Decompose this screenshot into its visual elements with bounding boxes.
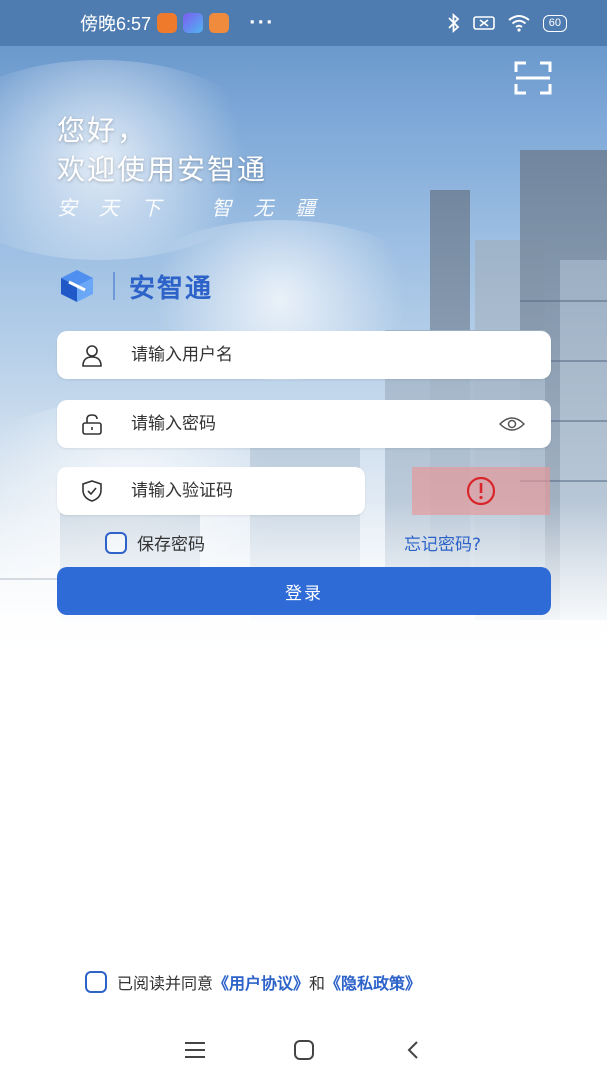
home-icon[interactable] bbox=[284, 1030, 324, 1070]
shield-icon bbox=[75, 474, 109, 508]
status-time: 傍晚6:57 bbox=[80, 14, 152, 34]
brand-logo: 安智通 bbox=[57, 266, 213, 306]
menu-icon[interactable] bbox=[175, 1030, 215, 1070]
save-password-label: 保存密码 bbox=[137, 535, 205, 555]
bluetooth-icon bbox=[448, 13, 460, 33]
wifi-icon bbox=[508, 15, 530, 32]
no-sim-icon bbox=[472, 16, 495, 30]
battery-indicator: 60 bbox=[542, 14, 567, 32]
agreement-conjunction: 和 bbox=[309, 974, 326, 993]
back-icon[interactable] bbox=[393, 1030, 433, 1070]
status-bar: 傍晚6:57 ··· 60 bbox=[0, 0, 607, 46]
save-password-row[interactable]: 保存密码 bbox=[105, 530, 205, 555]
agreement-row: 已阅读并同意 《用户协议》 和 《隐私政策》 bbox=[85, 970, 421, 994]
username-input[interactable] bbox=[131, 331, 551, 379]
captcha-field[interactable] bbox=[57, 467, 365, 515]
password-field[interactable] bbox=[57, 400, 551, 448]
scan-icon[interactable] bbox=[514, 60, 552, 96]
captcha-input[interactable] bbox=[131, 467, 365, 515]
privacy-policy-link[interactable]: 《隐私政策》 bbox=[325, 970, 421, 994]
greeting: 您好， 欢迎使用安智通 bbox=[57, 112, 267, 190]
lock-icon bbox=[75, 407, 109, 441]
notification-app-icon bbox=[209, 13, 230, 33]
system-nav-bar bbox=[0, 1020, 607, 1080]
user-agreement-link[interactable]: 《用户协议》 bbox=[213, 970, 309, 994]
brand-separator bbox=[113, 272, 115, 300]
slogan: 安天下 智无疆 bbox=[57, 196, 338, 220]
username-field[interactable] bbox=[57, 331, 551, 379]
user-icon bbox=[75, 338, 109, 372]
login-button[interactable]: 登录 bbox=[57, 567, 551, 615]
notification-app-icon bbox=[183, 13, 204, 33]
brand-name: 安智通 bbox=[129, 273, 214, 304]
save-password-checkbox[interactable] bbox=[105, 531, 127, 554]
captcha-image[interactable] bbox=[412, 467, 550, 515]
welcome-title: 欢迎使用安智通 bbox=[57, 153, 268, 186]
password-input[interactable] bbox=[131, 400, 497, 448]
agreement-checkbox[interactable] bbox=[85, 971, 107, 993]
greeting-line: 您好， bbox=[57, 114, 148, 147]
app-logo-icon bbox=[61, 270, 93, 302]
eye-icon[interactable] bbox=[497, 409, 527, 439]
more-notifications-icon: ··· bbox=[249, 13, 275, 33]
agreement-text: 已阅读并同意 bbox=[117, 974, 214, 993]
error-icon bbox=[466, 476, 496, 506]
notification-app-icon bbox=[157, 13, 178, 33]
forgot-password-link[interactable]: 忘记密码? bbox=[404, 530, 481, 555]
